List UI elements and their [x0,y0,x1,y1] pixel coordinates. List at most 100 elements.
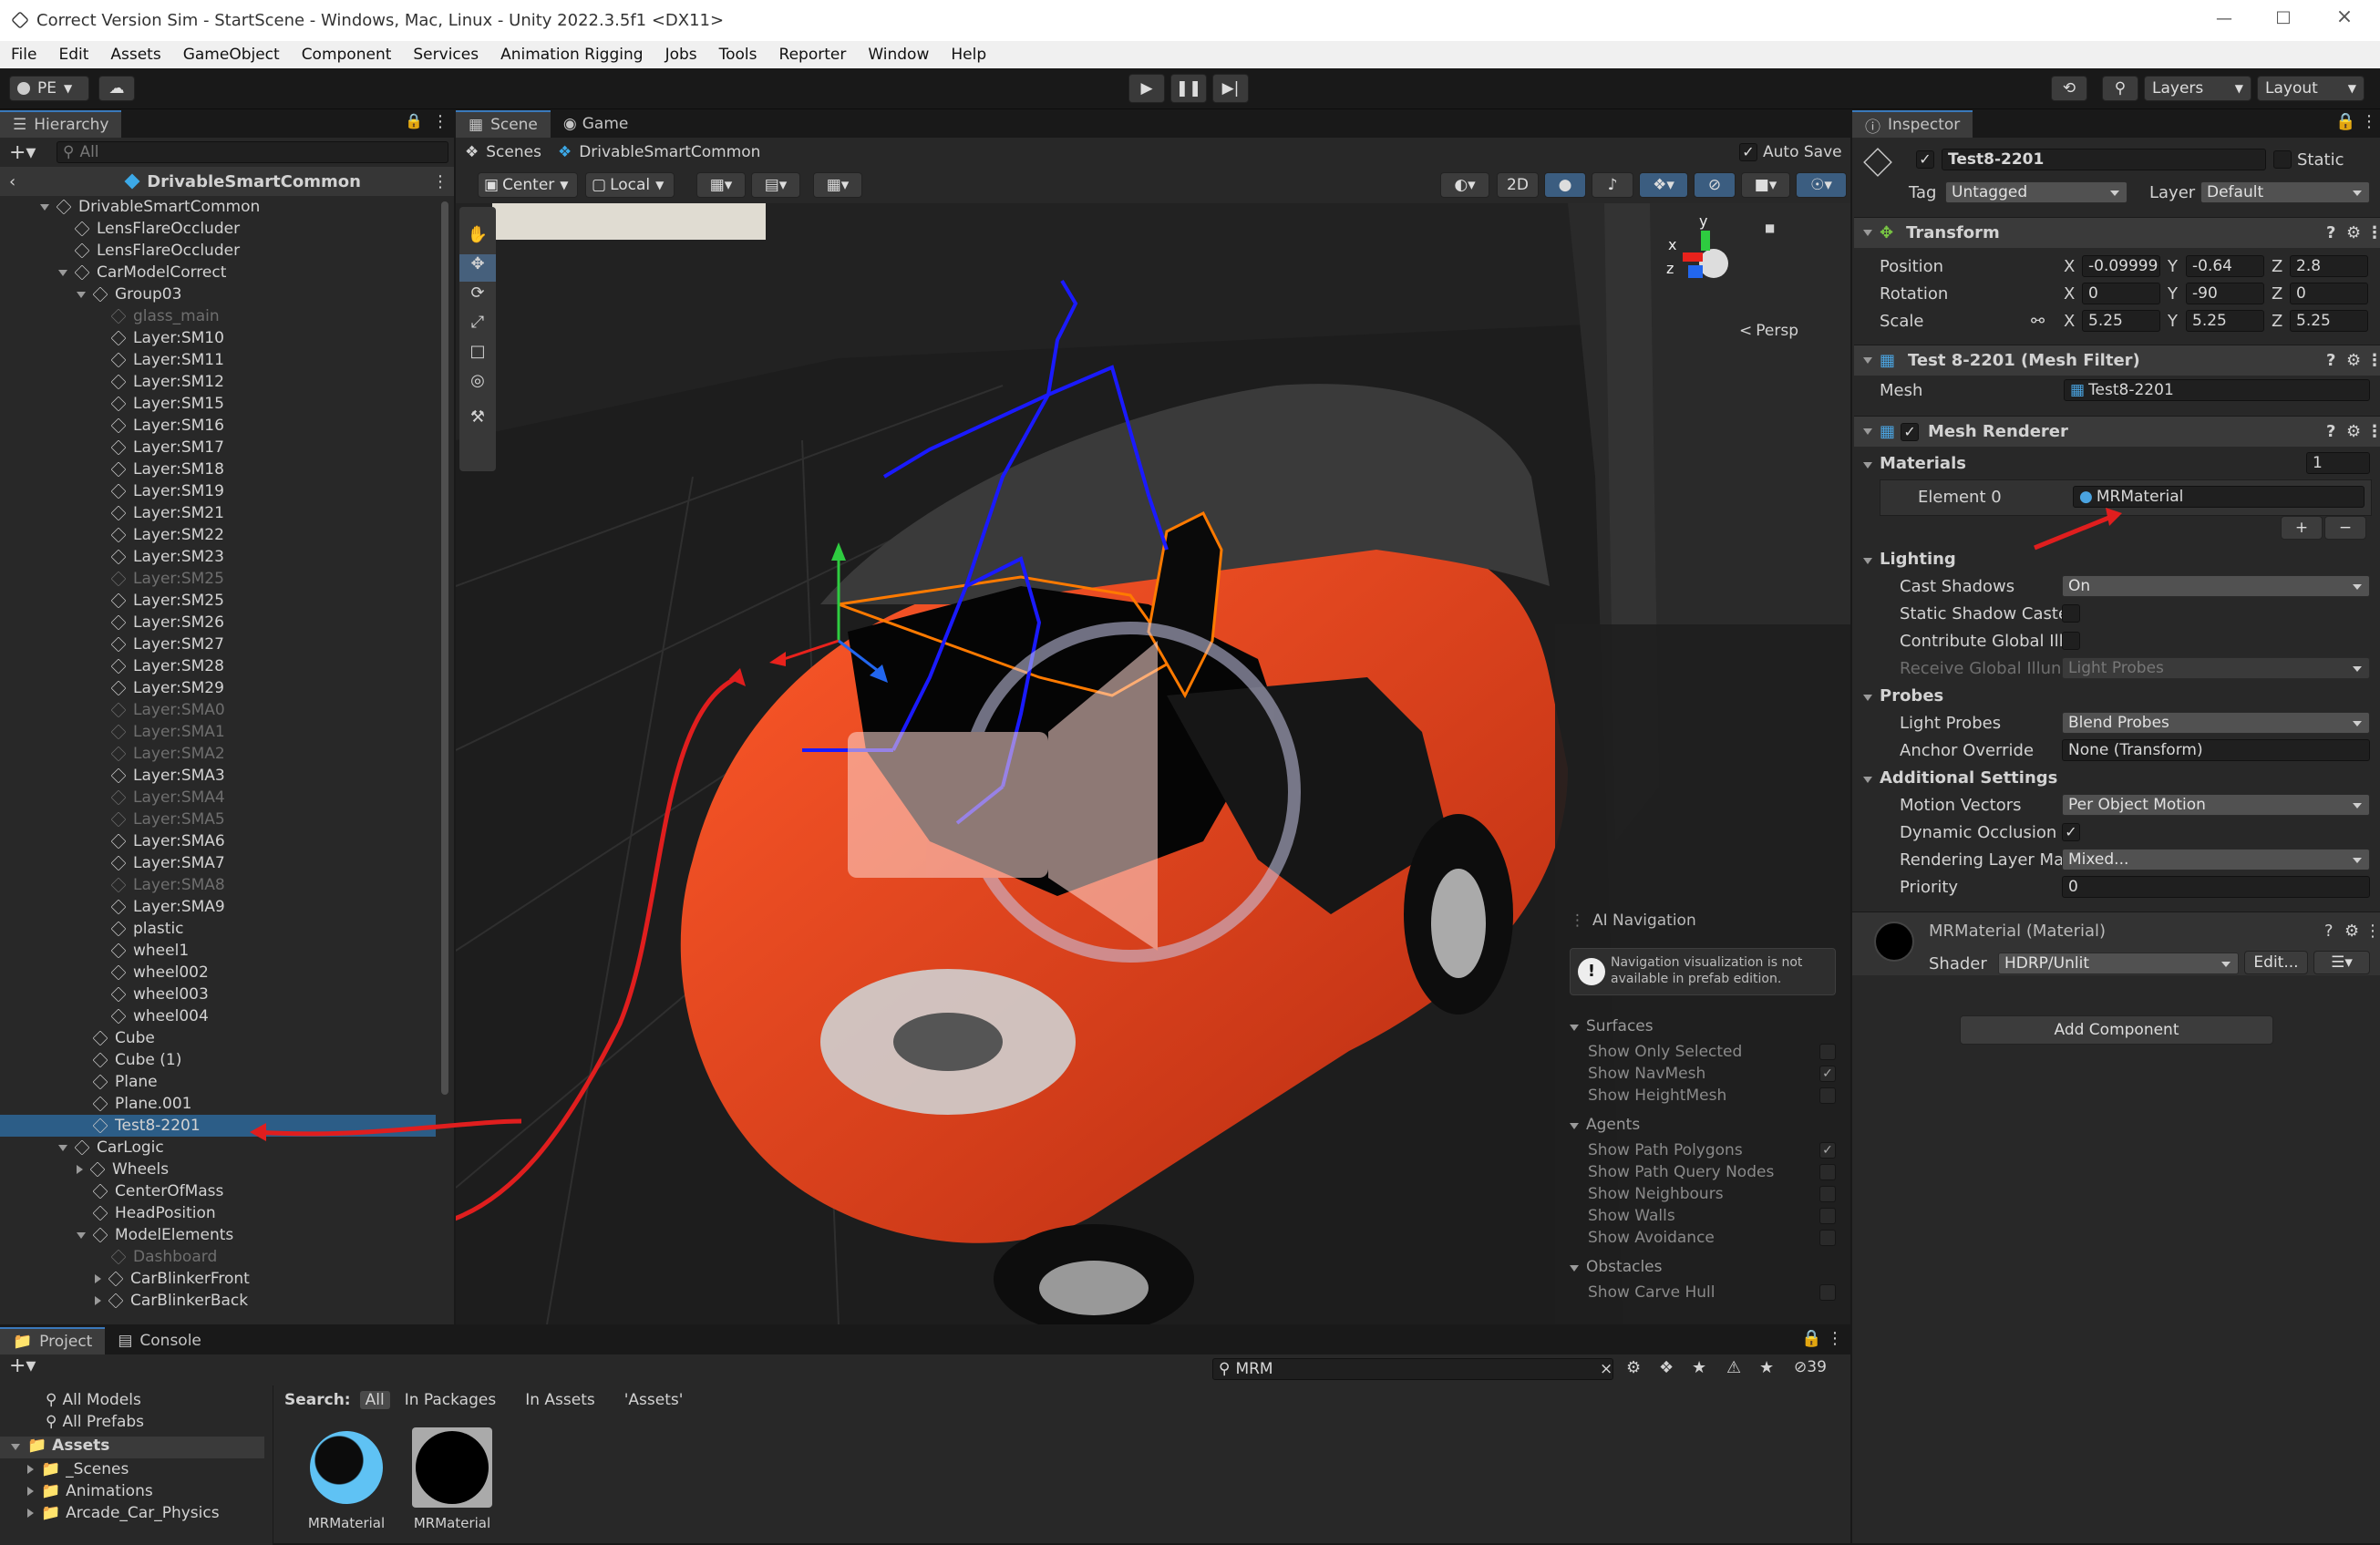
add-asset-button[interactable]: +▾ [9,1354,36,1377]
breadcrumb-scenes[interactable]: Scenes [486,143,541,161]
hierarchy-item[interactable]: Layer:SM11 [0,349,436,371]
hierarchy-item[interactable]: Layer:SM23 [0,546,436,568]
static-checkbox[interactable] [2273,150,2292,169]
hierarchy-item[interactable]: Cube (1) [0,1049,436,1071]
settings-icon[interactable]: ⚙ [2346,223,2361,242]
more-menu-icon[interactable]: ⋮ [2366,422,2380,441]
lock-icon[interactable]: 🔒 [405,112,423,129]
hierarchy-item[interactable]: DrivableSmartCommon [0,196,436,218]
rotate-tool-icon[interactable]: ⟳ [459,283,496,311]
favorite-icon[interactable]: ★ [1692,1358,1706,1377]
rendering-layer-mask-dropdown[interactable]: Mixed... [2062,849,2370,870]
hierarchy-item[interactable]: Layer:SMA4 [0,787,436,809]
hidden-packages-toggle[interactable]: ⊘39 [1794,1358,1827,1376]
hierarchy-item[interactable]: Layer:SMA2 [0,743,436,765]
hierarchy-item[interactable]: wheel1 [0,940,436,962]
asset-item[interactable]: MRMaterial [306,1427,386,1537]
more-menu-icon[interactable]: ⋮ [2361,112,2377,131]
drag-handle-icon[interactable]: ⋮ [1570,912,1585,930]
hierarchy-item[interactable]: Layer:SM27 [0,633,436,655]
breadcrumb-prefab[interactable]: DrivableSmartCommon [579,143,760,161]
tab-game[interactable]: ◉ Game [551,110,641,138]
hierarchy-item[interactable]: Layer:SM26 [0,612,436,633]
hierarchy-search-input[interactable]: ⚲ All [57,141,448,163]
more-menu-icon[interactable]: ⋮ [432,112,448,131]
transform-tool-icon[interactable]: ◎ [459,371,496,398]
expand-arrow-icon[interactable] [95,1274,101,1283]
hierarchy-item[interactable]: Layer:SM15 [0,393,436,415]
account-button[interactable]: PE ▼ [9,76,89,101]
tab-hierarchy[interactable]: ☰ Hierarchy [0,110,122,138]
ai-nav-option-checkbox[interactable] [1819,1230,1836,1246]
pause-button[interactable]: ❚❚ [1170,74,1207,103]
layers-dropdown[interactable]: Layers ▼ [2144,76,2251,101]
ai-nav-section[interactable]: Agents [1570,1116,1640,1134]
scope-in-packages[interactable]: In Packages [405,1391,497,1409]
mesh-object-field[interactable]: ▦ Test8-2201 [2064,379,2370,401]
draw-mode-button[interactable]: ◐▾ [1440,172,1489,198]
hierarchy-item[interactable]: CarModelCorrect [0,262,436,283]
more-menu-icon[interactable]: ⋮ [2365,922,2380,941]
transform-position-y-field[interactable]: -0.64 [2186,255,2264,277]
help-icon[interactable]: ? [2326,422,2335,441]
hierarchy-item[interactable]: Layer:SM25 [0,590,436,612]
lighting-foldout[interactable]: Lighting [1863,550,1956,569]
expand-arrow-icon[interactable] [77,1231,86,1239]
warning-icon[interactable]: ⚠ [1726,1358,1741,1377]
effects-toggle[interactable]: ❖▾ [1639,172,1688,198]
back-arrow-icon[interactable]: ‹ [9,172,15,191]
expand-arrow-icon[interactable] [77,1165,83,1174]
hierarchy-item[interactable]: CenterOfMass [0,1180,436,1202]
lock-icon[interactable]: 🔒 [2335,112,2355,131]
settings-icon[interactable]: ⚙ [2346,422,2361,441]
hierarchy-item[interactable]: Layer:SMA7 [0,852,436,874]
help-icon[interactable]: ? [2326,223,2335,242]
add-material-button[interactable]: + [2281,516,2323,540]
mesh-filter-header[interactable]: ▦ Test 8-2201 (Mesh Filter)? ⚙ ⋮ [1854,345,2380,376]
expand-arrow-icon[interactable] [77,291,86,298]
shader-options-button[interactable]: ☰▾ [2313,951,2370,974]
hierarchy-scrollbar[interactable] [441,201,448,1095]
menu-item[interactable]: Animation Rigging [489,46,654,64]
static-shadow-caster-checkbox[interactable] [2062,604,2080,623]
project-search-input[interactable]: ⚲ MRM × [1212,1358,1613,1380]
scope-assets-folder[interactable]: 'Assets' [624,1391,684,1409]
lock-icon[interactable]: 🔒 [1801,1329,1821,1348]
shader-edit-button[interactable]: Edit... [2244,951,2308,974]
shader-dropdown[interactable]: HDRP/Unlit [1998,953,2239,974]
menu-item[interactable]: Tools [708,46,768,64]
expand-arrow-icon[interactable] [95,1296,101,1305]
hierarchy-item[interactable]: Layer:SM16 [0,415,436,437]
grid-toggle-button[interactable]: ▦▾ [813,172,862,198]
search-button[interactable]: ⚲ [2102,76,2138,101]
ai-nav-option-checkbox[interactable] [1819,1164,1836,1180]
custom-tool-icon[interactable]: ⚒ [459,407,496,435]
more-menu-icon[interactable]: ⋮ [1827,1329,1843,1348]
mesh-renderer-enabled[interactable]: ✓ [1901,422,1920,441]
more-menu-icon[interactable]: ⋮ [2366,351,2380,370]
hierarchy-item[interactable]: Layer:SM17 [0,437,436,458]
hierarchy-item[interactable]: CarBlinkerBack [0,1290,436,1312]
hierarchy-item[interactable]: Layer:SM28 [0,655,436,677]
ai-nav-section[interactable]: Surfaces [1570,1017,1654,1035]
menu-item[interactable]: Jobs [654,46,708,64]
ai-nav-option-checkbox[interactable] [1819,1087,1836,1104]
menu-item[interactable]: Component [291,46,403,64]
more-menu-icon[interactable]: ⋮ [432,172,448,191]
ai-nav-option-checkbox[interactable]: ✓ [1819,1066,1836,1082]
dynamic-occlusion-checkbox[interactable]: ✓ [2062,823,2080,841]
hierarchy-item[interactable]: wheel004 [0,1005,436,1027]
step-button[interactable]: ▶| [1212,74,1249,103]
2d-toggle[interactable]: 2D [1497,172,1539,198]
asset-item[interactable]: MRMaterial [412,1427,492,1537]
orientation-gizmo[interactable]: y x z ■ [1666,212,1777,313]
hierarchy-item[interactable]: Layer:SMA3 [0,765,436,787]
expand-arrow-icon[interactable] [58,269,67,276]
pivot-dropdown[interactable]: ▣ Center ▼ [478,172,578,198]
hierarchy-item[interactable]: Layer:SM25 [0,568,436,590]
folder-arcade-car-physics[interactable]: 📁 Arcade_Car_Physics [27,1504,220,1522]
camera-dropdown[interactable]: ■▾ [1741,172,1790,198]
transform-rotation-z-field[interactable]: 0 [2290,283,2368,304]
favorite-all-prefabs[interactable]: ⚲ All Prefabs [46,1413,144,1431]
materials-count-field[interactable]: 1 [2306,452,2370,474]
